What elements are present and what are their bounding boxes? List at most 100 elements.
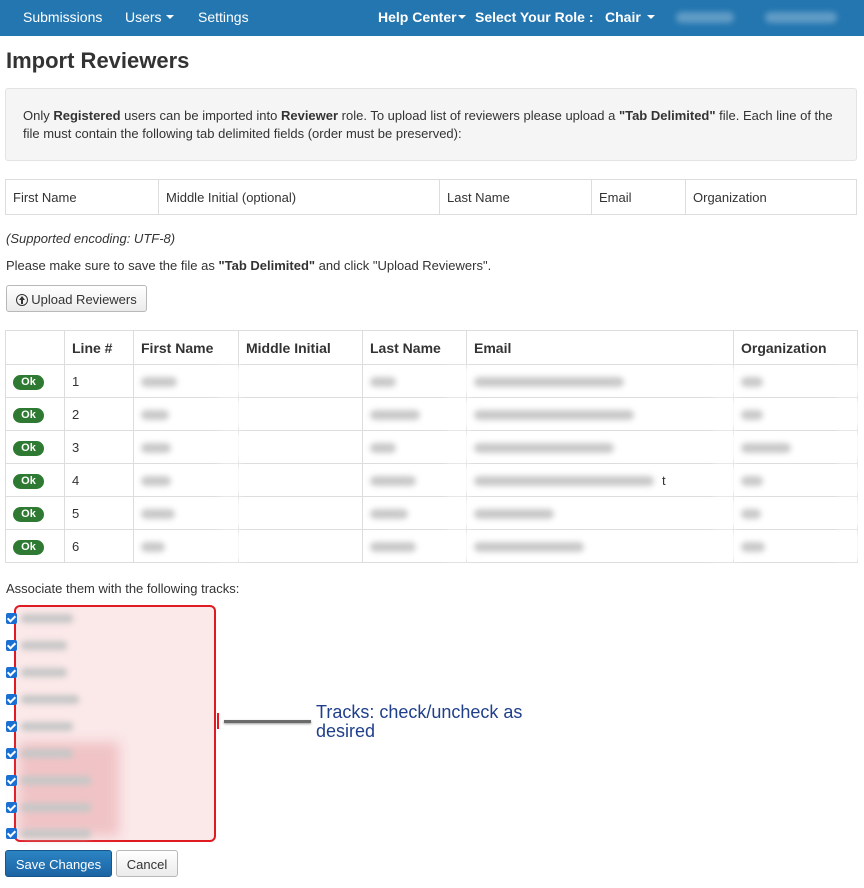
field-last-name: Last Name bbox=[439, 179, 592, 215]
checkbox-checked-icon[interactable] bbox=[6, 613, 17, 624]
nav-settings[interactable]: Settings bbox=[198, 0, 249, 36]
info-text-3: role. To upload list of reviewers please… bbox=[338, 108, 619, 123]
save-changes-button[interactable]: Save Changes bbox=[5, 850, 112, 877]
field-email: Email bbox=[591, 179, 686, 215]
email-redacted bbox=[466, 430, 734, 464]
track-checkbox-row[interactable] bbox=[6, 611, 206, 627]
caret-down-icon bbox=[457, 15, 466, 20]
checkbox-checked-icon[interactable] bbox=[6, 828, 17, 839]
import-instructions: Only Registered users can be imported in… bbox=[5, 88, 857, 161]
field-organization: Organization bbox=[685, 179, 857, 215]
checkbox-checked-icon[interactable] bbox=[6, 667, 17, 678]
track-label-redacted bbox=[21, 749, 73, 758]
track-checkbox-row[interactable] bbox=[6, 773, 206, 789]
track-label-redacted bbox=[21, 803, 91, 812]
track-checkbox-row[interactable] bbox=[6, 719, 206, 735]
first-name-redacted bbox=[133, 430, 239, 464]
nav-role-dropdown[interactable]: Chair bbox=[605, 0, 655, 36]
status-badge: Ok bbox=[13, 473, 44, 489]
organization-redacted bbox=[733, 397, 858, 431]
associate-tracks-label: Associate them with the following tracks… bbox=[6, 581, 240, 596]
track-label-redacted bbox=[21, 829, 91, 838]
organization-redacted bbox=[733, 430, 858, 464]
checkbox-checked-icon[interactable] bbox=[6, 748, 17, 759]
nav-submissions[interactable]: Submissions bbox=[23, 0, 102, 36]
email-redacted bbox=[466, 364, 734, 398]
annotation-bracket bbox=[213, 713, 219, 729]
nav-help-center-label: Help Center bbox=[378, 9, 457, 25]
line-number: 6 bbox=[64, 529, 134, 563]
organization-redacted bbox=[733, 463, 858, 497]
user-menu-redacted[interactable] bbox=[765, 12, 837, 23]
line-number: 5 bbox=[64, 496, 134, 530]
nav-role-label: Chair bbox=[605, 9, 641, 25]
status-cell: Ok bbox=[5, 364, 65, 398]
middle-initial-cell bbox=[238, 496, 363, 530]
status-badge: Ok bbox=[13, 407, 44, 423]
user-name-redacted[interactable] bbox=[676, 12, 734, 23]
col-header-email: Email bbox=[466, 330, 734, 365]
first-name-redacted bbox=[133, 463, 239, 497]
last-name-redacted bbox=[362, 430, 467, 464]
table-row: Ok 6 bbox=[5, 529, 858, 563]
track-checkbox-row[interactable] bbox=[6, 826, 206, 842]
track-label-redacted bbox=[21, 695, 79, 704]
status-badge: Ok bbox=[13, 374, 44, 390]
table-row: First Name Middle Initial (optional) Las… bbox=[5, 179, 857, 215]
required-fields-table: First Name Middle Initial (optional) Las… bbox=[5, 179, 857, 215]
status-cell: Ok bbox=[5, 463, 65, 497]
track-checkbox-row[interactable] bbox=[6, 692, 206, 708]
cancel-button[interactable]: Cancel bbox=[116, 850, 178, 877]
track-checkbox-row[interactable] bbox=[6, 800, 206, 816]
email-redacted bbox=[466, 529, 734, 563]
nav-users-dropdown[interactable]: Users bbox=[125, 0, 174, 36]
table-row: Ok 3 bbox=[5, 430, 858, 464]
track-label-redacted bbox=[21, 722, 73, 731]
tracks-annotation: Tracks: check/uncheck as desired bbox=[316, 702, 523, 741]
info-bold-tab-delimited: "Tab Delimited" bbox=[618, 108, 716, 123]
status-badge: Ok bbox=[13, 440, 44, 456]
middle-initial-cell bbox=[238, 430, 363, 464]
line-number: 1 bbox=[64, 364, 134, 398]
table-row: Ok 2 bbox=[5, 397, 858, 431]
organization-redacted bbox=[733, 364, 858, 398]
middle-initial-cell bbox=[238, 364, 363, 398]
info-text-1: Only bbox=[23, 108, 54, 123]
nav-users-label: Users bbox=[125, 9, 162, 25]
line-number: 4 bbox=[64, 463, 134, 497]
last-name-redacted bbox=[362, 397, 467, 431]
email-redacted bbox=[466, 397, 734, 431]
col-header-organization: Organization bbox=[733, 330, 858, 365]
checkbox-checked-icon[interactable] bbox=[6, 802, 17, 813]
first-name-redacted bbox=[133, 529, 239, 563]
tracks-list bbox=[6, 606, 216, 842]
page-title: Import Reviewers bbox=[6, 48, 190, 73]
track-label-redacted bbox=[21, 776, 91, 785]
track-checkbox-row[interactable] bbox=[6, 638, 206, 654]
track-checkbox-row[interactable] bbox=[6, 746, 206, 762]
top-navbar: Submissions Users Settings Help Center S… bbox=[0, 0, 864, 36]
last-name-redacted bbox=[362, 364, 467, 398]
info-bold-reviewer: Reviewer bbox=[280, 108, 339, 123]
checkbox-checked-icon[interactable] bbox=[6, 721, 17, 732]
checkbox-checked-icon[interactable] bbox=[6, 640, 17, 651]
table-row: Ok 1 bbox=[5, 364, 858, 398]
col-header-last-name: Last Name bbox=[362, 330, 467, 365]
track-checkbox-row[interactable] bbox=[6, 665, 206, 681]
upload-reviewers-button[interactable]: Upload Reviewers bbox=[6, 285, 147, 312]
middle-initial-cell bbox=[238, 529, 363, 563]
organization-redacted bbox=[733, 496, 858, 530]
nav-select-role-label: Select Your Role : bbox=[475, 9, 594, 25]
col-header-first-name: First Name bbox=[133, 330, 239, 365]
save-note-bold: "Tab Delimited" bbox=[218, 258, 316, 273]
save-note-text-2: and click "Upload Reviewers". bbox=[315, 258, 492, 273]
checkbox-checked-icon[interactable] bbox=[6, 775, 17, 786]
nav-help-center-dropdown[interactable]: Help Center bbox=[378, 0, 466, 36]
track-label-redacted bbox=[21, 614, 73, 623]
checkbox-checked-icon[interactable] bbox=[6, 694, 17, 705]
circle-arrow-up-icon bbox=[16, 294, 29, 306]
save-instructions: Please make sure to save the file as "Ta… bbox=[6, 258, 491, 273]
email-redacted bbox=[466, 496, 734, 530]
status-cell: Ok bbox=[5, 496, 65, 530]
status-cell: Ok bbox=[5, 397, 65, 431]
